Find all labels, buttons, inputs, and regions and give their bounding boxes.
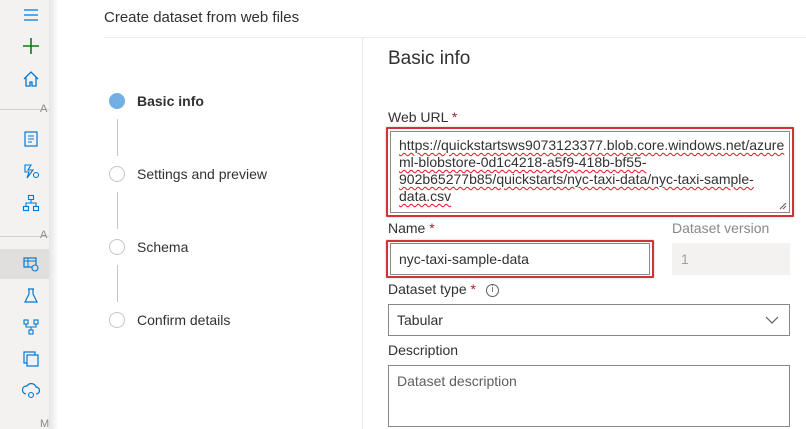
chevron-down-icon xyxy=(765,316,779,324)
name-label: Name * xyxy=(388,220,435,236)
rail-shadow xyxy=(49,0,59,429)
step-connector xyxy=(117,265,118,302)
required-mark: * xyxy=(451,109,458,125)
endpoints-icon[interactable] xyxy=(22,382,40,400)
rail-section-letter: A xyxy=(40,103,48,115)
step-dot-confirm xyxy=(109,312,125,328)
required-mark: * xyxy=(470,281,476,297)
description-textarea[interactable]: Dataset description xyxy=(388,365,790,427)
web-url-label-text: Web URL xyxy=(388,109,448,125)
rail-section-letter: M xyxy=(40,418,50,429)
designer-icon[interactable] xyxy=(22,194,40,212)
left-nav-rail: A A M xyxy=(0,0,49,429)
page-title: Create dataset from web files xyxy=(104,9,300,26)
header-divider xyxy=(104,37,806,38)
dataset-type-label: Dataset type * i xyxy=(388,281,499,297)
description-placeholder: Dataset description xyxy=(397,373,517,389)
plus-icon[interactable] xyxy=(22,37,40,55)
web-url-line: data.csv xyxy=(399,188,452,204)
dataset-version-value: 1 xyxy=(681,251,689,267)
step-dot-schema xyxy=(109,239,125,255)
step-basic-info[interactable]: Basic info xyxy=(137,93,204,109)
description-label: Description xyxy=(388,342,459,358)
web-url-line: ml-blobstore-0d1c4218-a5f9-418b-bf55- xyxy=(399,154,647,170)
required-mark: * xyxy=(429,220,435,236)
datasets-icon[interactable] xyxy=(22,255,40,273)
web-url-line: https://quickstartsws9073123377.blob.cor… xyxy=(399,137,785,153)
dataset-type-value: Tabular xyxy=(397,312,443,328)
step-connector xyxy=(117,192,118,229)
notebook-icon[interactable] xyxy=(22,130,40,148)
step-dot-basic-info xyxy=(109,93,125,109)
step-schema[interactable]: Schema xyxy=(137,239,188,255)
name-input-value: nyc-taxi-sample-data xyxy=(399,251,529,267)
experiments-icon[interactable] xyxy=(22,287,40,305)
pipelines-icon[interactable] xyxy=(22,318,40,336)
web-url-textarea[interactable]: https://quickstartsws9073123377.blob.cor… xyxy=(390,131,790,213)
automl-icon[interactable] xyxy=(22,162,40,180)
web-url-line: 902b65277b85/quickstarts/nyc-taxi-data/n… xyxy=(399,171,754,187)
rail-section-letter: A xyxy=(40,229,48,241)
dataset-version-label: Dataset version xyxy=(672,220,770,236)
column-divider xyxy=(362,38,363,429)
models-icon[interactable] xyxy=(22,350,40,368)
section-title: Basic info xyxy=(388,48,471,69)
dataset-type-label-text: Dataset type xyxy=(388,281,467,297)
home-icon[interactable] xyxy=(22,70,40,88)
dataset-type-dropdown[interactable]: Tabular xyxy=(388,304,790,336)
name-input[interactable]: nyc-taxi-sample-data xyxy=(390,243,650,275)
step-dot-settings xyxy=(109,166,125,182)
web-url-label: Web URL * xyxy=(388,109,457,125)
resize-grip-icon[interactable] xyxy=(779,202,787,210)
step-connector xyxy=(117,119,118,156)
info-icon[interactable]: i xyxy=(485,284,499,297)
step-confirm-details[interactable]: Confirm details xyxy=(137,312,230,328)
name-label-text: Name xyxy=(388,220,426,236)
dataset-version-input: 1 xyxy=(672,243,790,275)
step-settings-and-preview[interactable]: Settings and preview xyxy=(137,166,267,182)
hamburger-icon[interactable] xyxy=(22,6,40,24)
